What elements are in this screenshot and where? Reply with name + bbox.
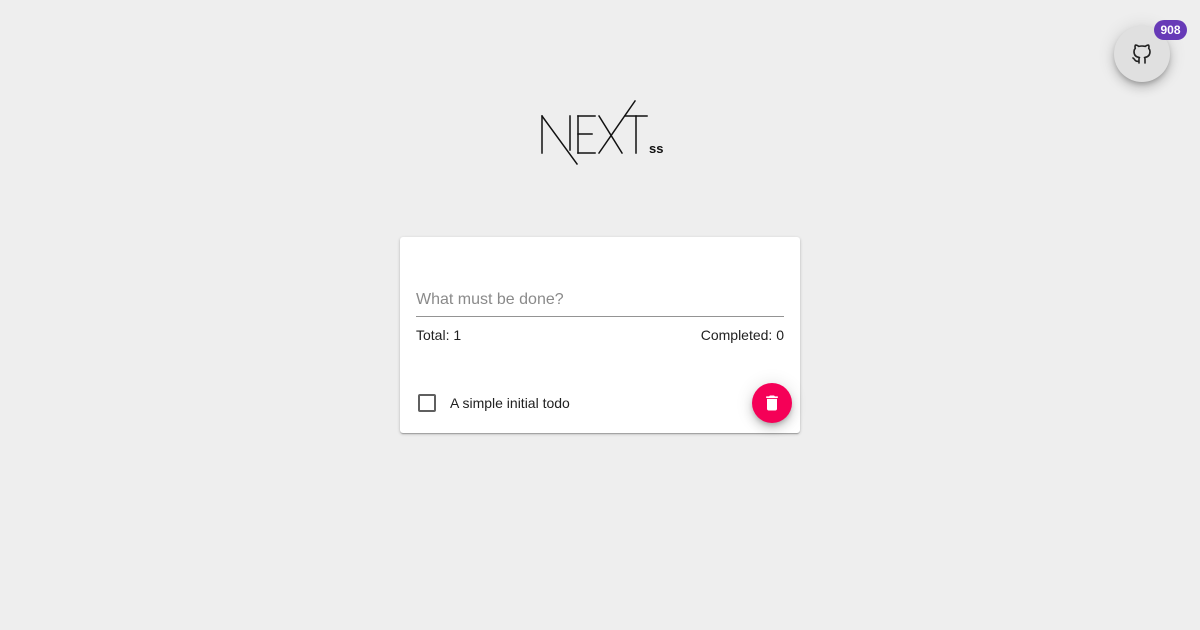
new-todo-input[interactable]	[416, 285, 784, 317]
todo-checkbox[interactable]	[418, 394, 436, 412]
trash-icon	[762, 393, 782, 413]
github-icon	[1130, 42, 1154, 66]
nextss-logo-mark: ss	[540, 99, 663, 166]
todo-stats: Total: 1 Completed: 0	[416, 327, 784, 343]
nextss-logo: ss	[538, 98, 668, 168]
github-star-badge: 908	[1154, 20, 1187, 40]
delete-todo-button[interactable]	[752, 383, 792, 423]
logo-suffix: ss	[649, 141, 663, 156]
todo-card: Total: 1 Completed: 0 A simple initial t…	[400, 237, 800, 433]
total-count: Total: 1	[416, 327, 462, 343]
todo-item[interactable]: A simple initial todo	[418, 394, 570, 412]
completed-count: Completed: 0	[700, 327, 784, 343]
todo-label: A simple initial todo	[450, 395, 570, 411]
